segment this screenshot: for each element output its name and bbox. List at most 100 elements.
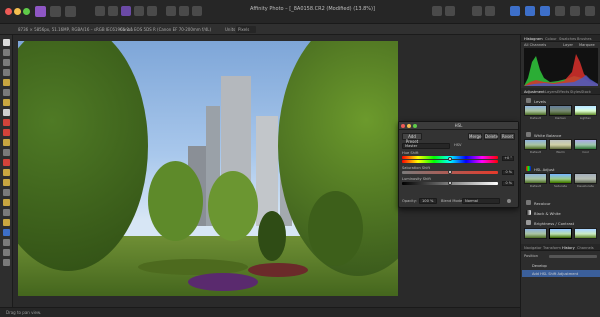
histogram-channel-dropdown[interactable]: All Channels <box>524 43 546 47</box>
help-icon[interactable] <box>585 6 595 16</box>
luminosity-shift-knob[interactable] <box>448 181 452 185</box>
hsl-preset-desaturate[interactable] <box>574 173 597 184</box>
studio-icon[interactable] <box>525 6 535 16</box>
adjustment-white-balance[interactable]: White Balance <box>524 131 598 138</box>
preferences-icon[interactable] <box>555 6 565 16</box>
liquify-persona-icon[interactable] <box>50 6 61 17</box>
tab-swatches[interactable]: Swatches <box>559 37 576 41</box>
tab-brushes[interactable]: Brushes <box>577 37 591 41</box>
tab-navigator[interactable]: Navigator <box>524 246 542 250</box>
history-item-selected[interactable]: Add HSL Shift Adjustment <box>522 270 600 277</box>
assistant-icon[interactable] <box>510 6 520 16</box>
wb-preset-default[interactable] <box>524 139 547 150</box>
tab-histogram[interactable]: Histogram <box>524 37 543 41</box>
hsl-dialog-header[interactable]: HSL <box>399 122 518 130</box>
grid-icon[interactable] <box>108 6 118 16</box>
opacity-field[interactable]: 100 % <box>419 198 437 204</box>
tab-transform[interactable]: Transform <box>543 246 561 250</box>
bc-preset[interactable] <box>524 228 547 239</box>
fill-tool-icon[interactable] <box>3 149 10 156</box>
zoom-window-button[interactable] <box>23 8 30 15</box>
tab-styles[interactable]: Styles <box>570 90 581 94</box>
selection-brush-icon[interactable] <box>3 79 10 86</box>
units-dropdown[interactable]: Pixels <box>236 26 256 33</box>
hsl-preset-saturate[interactable] <box>549 173 572 184</box>
marquee-tool-icon[interactable] <box>3 99 10 106</box>
hue-shift-knob[interactable] <box>448 157 452 161</box>
channel-dropdown[interactable]: Master <box>402 143 450 149</box>
adjustment-recolour[interactable]: Recolour <box>524 199 598 206</box>
tab-colour[interactable]: Colour <box>545 37 557 41</box>
develop-persona-icon[interactable] <box>65 6 76 17</box>
tab-adjustment[interactable]: Adjustment <box>524 90 545 94</box>
photo-persona-icon[interactable] <box>35 6 46 17</box>
delete-button[interactable]: Delete <box>484 133 498 140</box>
red-eye-tool-icon[interactable] <box>3 209 10 216</box>
colour-picker-icon[interactable] <box>121 6 131 16</box>
text-tool-icon[interactable] <box>3 249 10 256</box>
wb-preset-warm[interactable] <box>549 139 572 150</box>
move-tool-icon[interactable] <box>3 39 10 46</box>
zoom-tool-icon[interactable] <box>3 259 10 266</box>
bc-preset[interactable] <box>549 228 572 239</box>
saturation-shift-value[interactable]: 0 % <box>502 170 514 175</box>
hsl-preset-default[interactable] <box>524 173 547 184</box>
crop-tool-icon[interactable] <box>3 59 10 66</box>
colour-replacement-icon[interactable] <box>3 129 10 136</box>
levels-preset-default[interactable] <box>524 105 547 116</box>
levels-preset-lighten[interactable] <box>574 105 597 116</box>
adjustment-brightness-contrast[interactable]: Brightness / Contrast <box>524 219 598 226</box>
burn-tool-icon[interactable] <box>3 179 10 186</box>
gear-icon[interactable] <box>507 199 511 203</box>
clone-tool-icon[interactable] <box>3 189 10 196</box>
tab-effects[interactable]: Effects <box>557 90 569 94</box>
blend-mode-dropdown[interactable]: Normal <box>462 198 500 204</box>
merge-button[interactable]: Merge <box>468 133 482 140</box>
shape-tool-icon[interactable] <box>3 239 10 246</box>
hue-shift-value[interactable]: +0 ° <box>502 156 514 161</box>
tab-history[interactable]: History <box>562 246 575 250</box>
gradient-tool-icon[interactable] <box>3 159 10 166</box>
histogram-marquee-toggle[interactable]: Marquee <box>579 43 595 47</box>
histogram-layer-toggle[interactable]: Layer <box>563 43 573 47</box>
blemish-tool-icon[interactable] <box>3 199 10 206</box>
photo-canvas[interactable] <box>18 41 398 296</box>
erase-brush-icon[interactable] <box>3 139 10 146</box>
wb-preset-cool[interactable] <box>574 139 597 150</box>
luminosity-shift-value[interactable]: 0 % <box>502 181 514 186</box>
levels-preset-darken[interactable] <box>549 105 572 116</box>
freehand-select-icon[interactable] <box>3 109 10 116</box>
history-item[interactable]: Develop <box>522 262 600 269</box>
adjustment-black-white[interactable]: Black & White <box>524 209 598 216</box>
paint-brush-icon[interactable] <box>3 119 10 126</box>
view-icon[interactable] <box>95 6 105 16</box>
flood-select-icon[interactable] <box>3 89 10 96</box>
dodge-tool-icon[interactable] <box>3 169 10 176</box>
layers-toggle-icon[interactable] <box>540 6 550 16</box>
minimize-window-button[interactable] <box>14 8 21 15</box>
tab-channels[interactable]: Channels <box>577 246 594 250</box>
auto-colour-icon[interactable] <box>192 6 202 16</box>
snapping-icon[interactable] <box>472 6 482 16</box>
smudge-tool-icon[interactable] <box>3 219 10 226</box>
mode-icon[interactable] <box>134 6 144 16</box>
hsv-toggle[interactable]: HSV <box>454 143 461 147</box>
tone-icon[interactable] <box>147 6 157 16</box>
adjustment-hsl[interactable]: HSL Adjust <box>524 165 598 172</box>
auto-levels-icon[interactable] <box>166 6 176 16</box>
tab-layers[interactable]: Layers <box>545 90 557 94</box>
bc-preset[interactable] <box>574 228 597 239</box>
refine-icon[interactable] <box>445 6 455 16</box>
close-window-button[interactable] <box>5 8 12 15</box>
view-tool-icon[interactable] <box>3 49 10 56</box>
history-position-slider[interactable] <box>549 255 597 258</box>
share-icon[interactable] <box>570 6 580 16</box>
tab-stock[interactable]: Stock <box>581 90 591 94</box>
adjustment-levels[interactable]: Levels <box>524 97 598 104</box>
saturation-shift-knob[interactable] <box>448 170 452 174</box>
arrange-icon[interactable] <box>485 6 495 16</box>
pen-tool-icon[interactable] <box>3 229 10 236</box>
selection-icon[interactable] <box>432 6 442 16</box>
auto-contrast-icon[interactable] <box>179 6 189 16</box>
straighten-tool-icon[interactable] <box>3 69 10 76</box>
